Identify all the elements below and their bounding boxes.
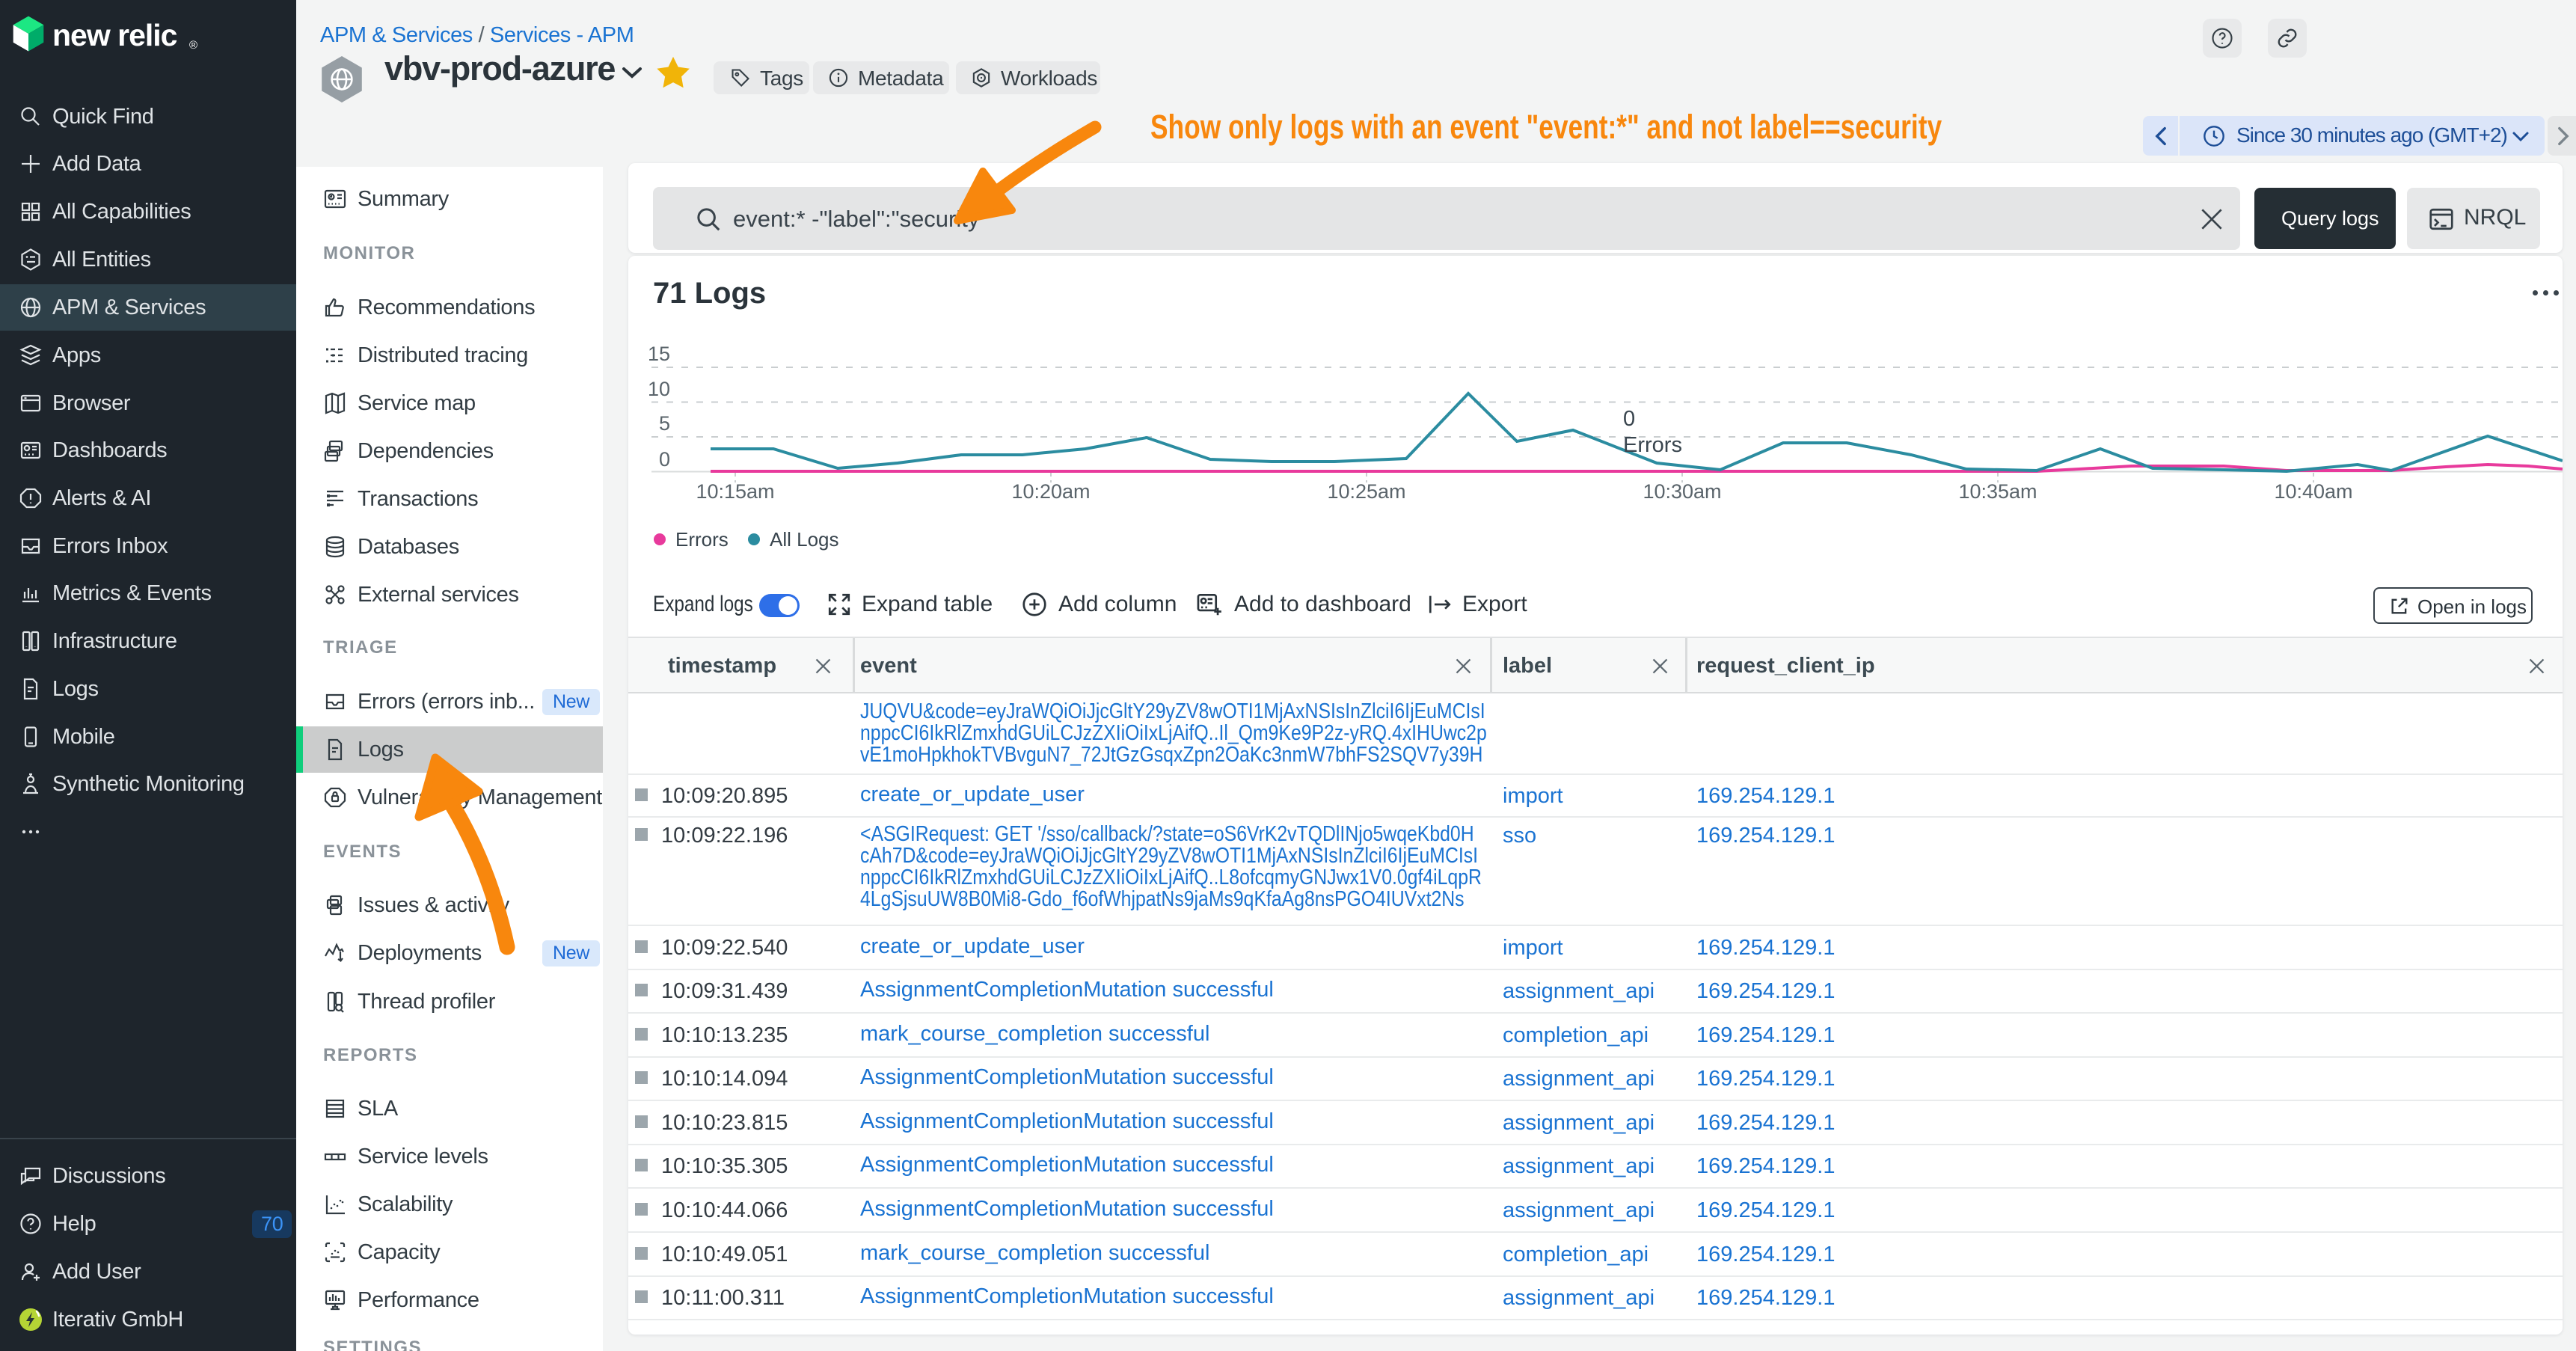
svg-text:10:40am: 10:40am (2274, 480, 2352, 503)
svg-text:10: 10 (648, 378, 670, 400)
svg-text:0: 0 (1623, 407, 1635, 431)
svg-text:Errors: Errors (675, 528, 729, 551)
svg-text:10:30am: 10:30am (1643, 480, 1721, 503)
svg-text:10:20am: 10:20am (1011, 480, 1090, 503)
svg-text:10:35am: 10:35am (1958, 480, 2037, 503)
svg-text:Errors: Errors (1623, 433, 1682, 457)
svg-text:0: 0 (659, 448, 670, 471)
svg-text:5: 5 (659, 412, 670, 435)
svg-text:10:25am: 10:25am (1327, 480, 1405, 503)
svg-text:All Logs: All Logs (770, 528, 839, 551)
svg-text:10:15am: 10:15am (696, 480, 774, 503)
svg-text:15: 15 (648, 343, 670, 365)
